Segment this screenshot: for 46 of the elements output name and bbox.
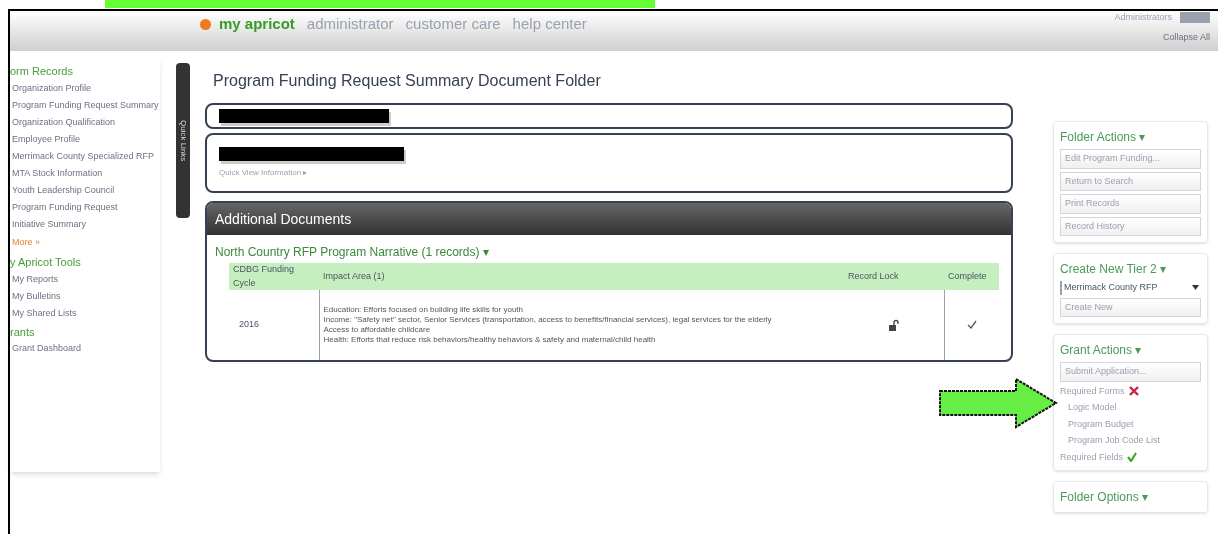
collapse-all-link[interactable]: Collapse All bbox=[1162, 31, 1210, 45]
impact-text: Access to affordable childcare bbox=[323, 325, 432, 335]
requirement-item: Logic Model bbox=[1067, 401, 1118, 414]
sidebar-link[interactable]: Merrimack County Specialized RFP bbox=[10, 150, 160, 162]
impact-text: Income: "Safety net" sector, Senior Services (transportation, access to benefits/financial services), legal services for the elderly bbox=[323, 315, 773, 325]
impact-text: Education: Efforts focused on building life skills for youth bbox=[323, 305, 525, 315]
brand-link[interactable]: my apricot bbox=[219, 13, 295, 36]
section-heading: orm Records bbox=[10, 64, 74, 79]
sidebar-link[interactable]: My Reports bbox=[10, 273, 160, 285]
table-cell: 2016 bbox=[229, 290, 319, 360]
sidebar-link[interactable]: Organization Profile bbox=[10, 82, 160, 94]
requirement-label: Required Fields bbox=[1060, 450, 1124, 464]
sidebar-link[interactable]: Program Funding Request bbox=[10, 201, 160, 213]
sidebar-link[interactable]: Employee Profile bbox=[10, 133, 160, 145]
section-heading: rants bbox=[10, 324, 36, 340]
sidebar-link[interactable]: Organization Qualification bbox=[10, 116, 160, 128]
page-title: Program Funding Request Summary Document Folder bbox=[212, 71, 602, 91]
card-title[interactable]: Folder Options ▾ bbox=[1060, 488, 1201, 506]
sidebar-link[interactable]: My Bulletins bbox=[10, 290, 160, 302]
impact-text: Health: Efforts that reduce risk behaviors/healthy behaviors & safety and maternal/child health bbox=[323, 335, 657, 345]
section-heading: y Apricot Tools bbox=[10, 255, 82, 270]
quick-links-tab[interactable]: Quick Links bbox=[175, 63, 190, 218]
dropdown[interactable]: Merrimack County RFP bbox=[1060, 281, 1201, 295]
sidebar-link[interactable]: Youth Leadership Council bbox=[10, 184, 160, 196]
requirement-item: Program Job Code List bbox=[1067, 434, 1162, 447]
column-header[interactable]: Complete bbox=[944, 263, 999, 290]
sidebar-link[interactable]: Grant Dashboard bbox=[10, 343, 160, 354]
quick-view-link[interactable]: Quick View Information ▸ bbox=[219, 167, 999, 179]
column-header[interactable]: Record Lock bbox=[844, 263, 944, 290]
user-label: Administrators bbox=[1114, 11, 1172, 24]
sidebar-link[interactable]: More » bbox=[10, 235, 160, 249]
card-title[interactable]: Folder Actions ▾ bbox=[1060, 128, 1201, 146]
sidebar-link[interactable]: Program Funding Request Summary bbox=[10, 99, 160, 111]
requirement-label: Required Forms bbox=[1060, 384, 1125, 398]
column-header[interactable]: Impact Area (1) bbox=[319, 263, 844, 290]
sidebar-link[interactable]: My Shared Lists bbox=[10, 307, 160, 319]
user-menu[interactable] bbox=[1180, 12, 1210, 24]
sidebar-link[interactable]: MTA Stock Information bbox=[10, 167, 160, 179]
narrative-link[interactable]: North Country RFP Program Narrative (1 records) ▾ bbox=[215, 243, 1003, 261]
caret-down-icon bbox=[1192, 285, 1199, 291]
panel-header: Additional Documents bbox=[207, 203, 1011, 235]
card-title[interactable]: Create New Tier 2 ▾ bbox=[1060, 260, 1201, 278]
column-header[interactable]: CDBG Funding Cycle bbox=[229, 263, 319, 290]
card-title[interactable]: Grant Actions ▾ bbox=[1060, 341, 1201, 359]
sidebar-link[interactable]: Initiative Summary bbox=[10, 218, 160, 230]
requirement-item: Program Budget bbox=[1067, 417, 1135, 431]
